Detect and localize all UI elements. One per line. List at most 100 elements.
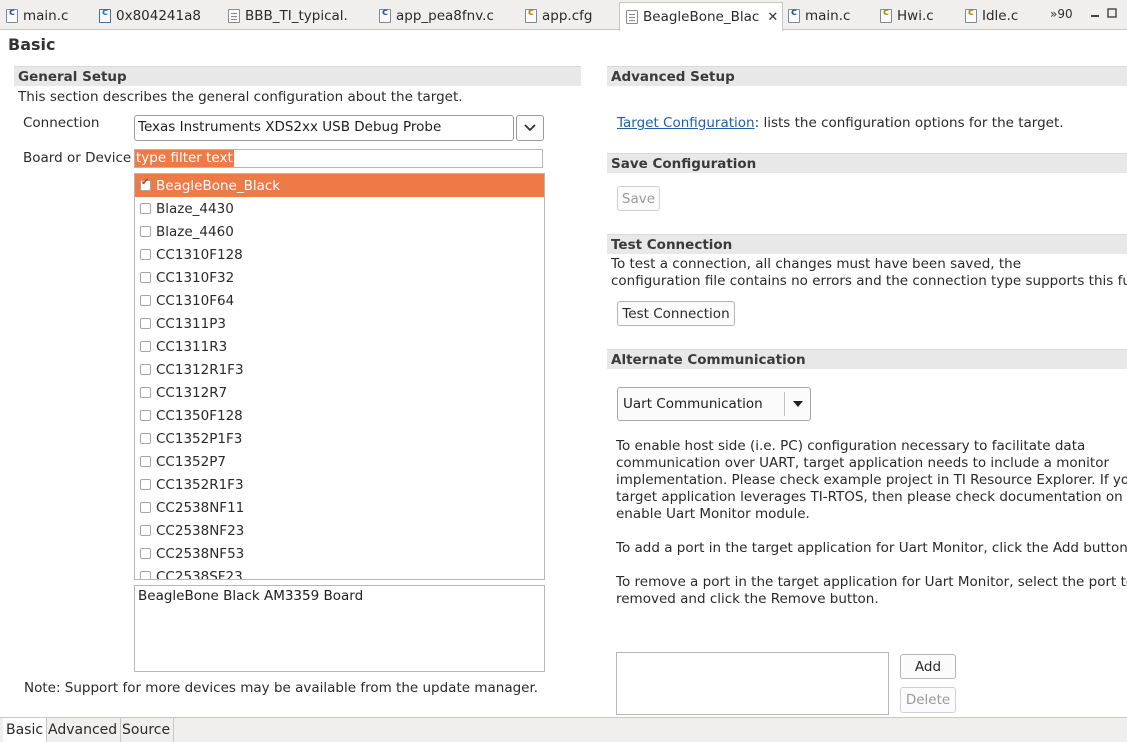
device-list-item[interactable]: Blaze_4430	[135, 197, 544, 220]
tab-advanced[interactable]: Advanced	[45, 718, 122, 742]
tab-label: Hwi.c	[897, 8, 934, 24]
uart-select-value: Uart Communication	[623, 396, 763, 412]
device-name: BeagleBone_Black	[156, 177, 281, 194]
device-list-item[interactable]: CC2538NF11	[135, 496, 544, 519]
add-button[interactable]: Add	[900, 654, 956, 679]
text-file-icon	[228, 9, 240, 23]
tab-label: 0x804241a8	[116, 8, 201, 24]
device-checkbox[interactable]	[140, 525, 151, 536]
tab-app-cfg[interactable]: app.cfg	[525, 3, 615, 29]
tab-basic[interactable]: Basic	[3, 718, 48, 742]
connection-label: Connection	[23, 115, 100, 131]
device-list-item[interactable]: CC2538NF23	[135, 519, 544, 542]
c-file-icon	[6, 7, 18, 23]
device-list[interactable]: BeagleBone_Black Blaze_4430 Blaze_4460 CC13…	[134, 173, 545, 580]
device-name: CC1352P7	[156, 453, 226, 470]
tab-main-c[interactable]: main.c	[6, 3, 86, 29]
update-manager-note: Note: Support for more devices may be av…	[24, 680, 539, 696]
maximize-icon[interactable]	[1107, 8, 1117, 18]
tab-idle-c[interactable]: Idle.c	[965, 3, 1040, 29]
c-file-icon	[880, 7, 892, 23]
tab-source[interactable]: Source	[119, 718, 175, 742]
device-list-item[interactable]: CC1350F128	[135, 404, 544, 427]
device-list-item[interactable]: CC1310F64	[135, 289, 544, 312]
tab-memory[interactable]: 0x804241a8	[99, 3, 209, 29]
filter-input[interactable]: type filter text	[134, 149, 543, 168]
uart-para-1-line: communication over UART, target applicat…	[616, 455, 1110, 471]
device-name: CC1352R1F3	[156, 476, 244, 493]
device-list-item[interactable]: CC1310F32	[135, 266, 544, 289]
device-name: CC1312R7	[156, 384, 228, 401]
device-name: CC2538NF23	[156, 522, 245, 539]
device-name: CC1352P1F3	[156, 430, 243, 447]
c-file-icon	[379, 7, 391, 23]
device-list-item[interactable]: CC1352P1F3	[135, 427, 544, 450]
device-checkbox[interactable]	[140, 571, 151, 579]
uart-para-2: To add a port in the target application …	[616, 540, 1127, 556]
tab-hwi-c[interactable]: Hwi.c	[880, 3, 955, 29]
uart-communication-select[interactable]: Uart Communication	[617, 387, 811, 421]
device-name: Blaze_4460	[156, 223, 234, 240]
device-list-item[interactable]: Blaze_4460	[135, 220, 544, 243]
tab-label: Idle.c	[982, 8, 1019, 24]
minimize-icon[interactable]	[1090, 8, 1100, 18]
connection-dropdown-button[interactable]	[516, 115, 544, 141]
filter-placeholder: type filter text	[135, 150, 234, 167]
device-checkbox[interactable]	[140, 272, 151, 283]
device-list-item[interactable]: CC1312R1F3	[135, 358, 544, 381]
editor-page-tabs: Basic Advanced Source	[0, 717, 1127, 742]
device-list-item[interactable]: CC2538SF23	[135, 565, 544, 579]
tab-main-c-2[interactable]: main.c	[788, 3, 868, 29]
tab-bbb-typical[interactable]: BBB_TI_typical.	[228, 3, 363, 29]
device-checkbox[interactable]	[140, 456, 151, 467]
uart-para-3-line: To remove a port in the target applicati…	[616, 574, 1127, 590]
close-icon[interactable]: ✕	[767, 10, 778, 25]
tab-app-pea8fnv[interactable]: app_pea8fnv.c	[379, 3, 509, 29]
device-name: CC1311P3	[156, 315, 226, 332]
editor-tab-bar: main.c 0x804241a8 BBB_TI_typical. app_pe…	[0, 0, 1127, 31]
device-checkbox[interactable]	[140, 226, 151, 237]
board-device-label: Board or Device	[23, 150, 132, 166]
device-checkbox[interactable]	[140, 318, 151, 329]
device-list-item[interactable]: CC2538NF53	[135, 542, 544, 565]
connection-value: Texas Instruments XDS2xx USB Debug Probe	[138, 119, 442, 135]
device-name: CC1311R3	[156, 338, 228, 355]
test-connection-header: Test Connection	[607, 234, 1127, 254]
device-list-item[interactable]: CC1352P7	[135, 450, 544, 473]
device-checkbox[interactable]	[140, 249, 151, 260]
device-checkbox[interactable]	[140, 295, 151, 306]
device-checkbox[interactable]	[140, 433, 151, 444]
device-name: Blaze_4430	[156, 200, 234, 217]
device-checkbox[interactable]	[140, 364, 151, 375]
device-checkbox[interactable]	[140, 548, 151, 559]
device-checkbox[interactable]	[140, 177, 151, 191]
chevron-down-icon	[524, 124, 536, 132]
save-configuration-header: Save Configuration	[607, 153, 1127, 173]
tab-beaglebone-black[interactable]: BeagleBone_Blac ✕	[619, 2, 783, 31]
device-checkbox[interactable]	[140, 410, 151, 421]
device-checkbox[interactable]	[140, 479, 151, 490]
device-checkbox[interactable]	[140, 341, 151, 352]
save-button[interactable]: Save	[617, 186, 660, 211]
device-name: CC1310F64	[156, 292, 235, 309]
device-list-item[interactable]: CC1310F128	[135, 243, 544, 266]
device-list-item[interactable]: CC1311P3	[135, 312, 544, 335]
device-checkbox[interactable]	[140, 502, 151, 513]
device-list-item[interactable]: BeagleBone_Black	[135, 174, 544, 197]
test-connection-button[interactable]: Test Connection	[617, 301, 735, 326]
delete-button[interactable]: Delete	[900, 687, 956, 713]
advanced-setup-header: Advanced Setup	[607, 66, 1127, 86]
connection-combo[interactable]: Texas Instruments XDS2xx USB Debug Probe	[134, 115, 514, 141]
device-checkbox[interactable]	[140, 387, 151, 398]
target-configuration-link[interactable]: Target Configuration	[617, 115, 755, 131]
advanced-setup-text: Target Configuration: lists the configur…	[617, 115, 1064, 131]
device-list-item[interactable]: CC1312R7	[135, 381, 544, 404]
device-list-item[interactable]: CC1311R3	[135, 335, 544, 358]
tab-label: app.cfg	[542, 8, 593, 24]
tab-overflow-button[interactable]: »90	[1050, 7, 1073, 21]
uart-port-list[interactable]	[616, 652, 889, 715]
tab-label: main.c	[805, 8, 851, 24]
device-checkbox[interactable]	[140, 203, 151, 214]
device-list-item[interactable]: CC1352R1F3	[135, 473, 544, 496]
test-connection-line-1: To test a connection, all changes must h…	[611, 256, 1021, 272]
